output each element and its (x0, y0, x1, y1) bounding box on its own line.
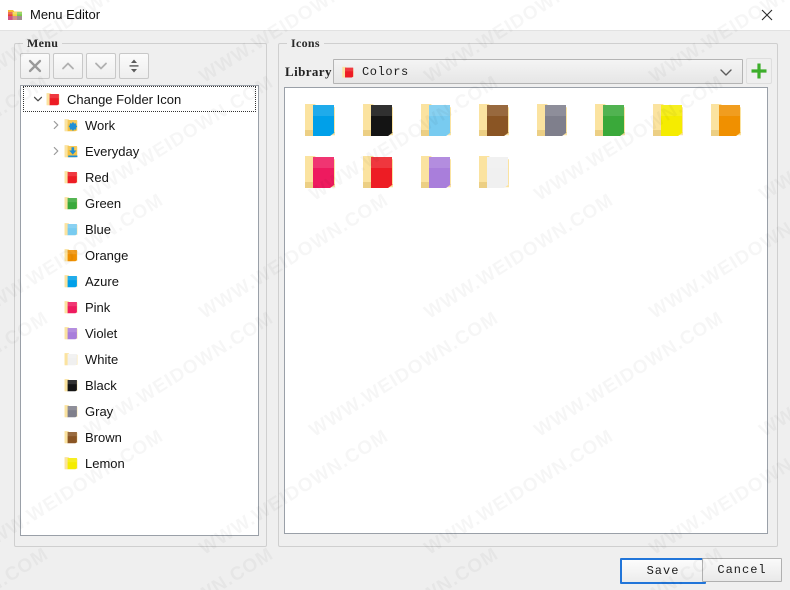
folder-blue-icon (63, 221, 79, 237)
folder-violet-icon (63, 325, 79, 341)
cancel-button-label: Cancel (717, 563, 766, 577)
menu-panel: Menu Change Folder IconWorkEverydayRedGr (14, 43, 267, 547)
watermark-text: WWW.WEIDOWN.COM (0, 544, 53, 590)
icon-black[interactable] (349, 94, 407, 146)
icon-azure[interactable] (291, 94, 349, 146)
icon-green[interactable] (581, 94, 639, 146)
library-select[interactable]: Colors (333, 59, 743, 84)
tree-item-label: Change Folder Icon (67, 92, 181, 107)
save-button[interactable]: Save (620, 558, 706, 584)
tree-item-label: Everyday (85, 144, 139, 159)
watermark-text: WWW.WEIDOWN.COM (306, 544, 503, 590)
icon-gray[interactable] (523, 94, 581, 146)
chevron-right-icon[interactable] (49, 146, 63, 156)
menu-toolbar (20, 53, 149, 79)
chevron-down-icon (719, 66, 733, 80)
move-down-button[interactable] (86, 53, 116, 79)
tree-item-label: Orange (85, 248, 128, 263)
folder-red-icon (63, 169, 79, 185)
icons-panel-legend: Icons (287, 36, 324, 51)
tree-item-label: Work (85, 118, 115, 133)
delete-button[interactable] (20, 53, 50, 79)
chevron-right-icon[interactable] (49, 120, 63, 130)
icon-brown[interactable] (465, 94, 523, 146)
tree-item-label: Brown (85, 430, 122, 445)
app-icon (7, 7, 23, 23)
tree-item-label: Red (85, 170, 109, 185)
tree-item-label: Violet (85, 326, 117, 341)
tree-item-green[interactable]: Green (21, 190, 258, 216)
tree-item-orange[interactable]: Orange (21, 242, 258, 268)
move-up-button[interactable] (53, 53, 83, 79)
tree-item-lemon[interactable]: Lemon (21, 450, 258, 476)
folder-azure-icon (63, 273, 79, 289)
icon-orange[interactable] (697, 94, 755, 146)
library-select-value: Colors (362, 65, 409, 79)
tree-item-label: Green (85, 196, 121, 211)
folder-black-icon (63, 377, 79, 393)
title-bar: Menu Editor (0, 0, 790, 31)
add-library-button[interactable] (746, 58, 772, 84)
folder-red-icon (45, 91, 61, 107)
folder-lemon-icon (63, 455, 79, 471)
library-folder-icon (341, 65, 355, 79)
folder-down-icon (63, 143, 79, 159)
tree-item-label: Pink (85, 300, 110, 315)
folder-pink-icon (63, 299, 79, 315)
tree-item-brown[interactable]: Brown (21, 424, 258, 450)
tree-item-blue[interactable]: Blue (21, 216, 258, 242)
icon-lemon[interactable] (639, 94, 697, 146)
tree-item-violet[interactable]: Violet (21, 320, 258, 346)
tree-item-label: Blue (85, 222, 111, 237)
folder-white-icon (63, 351, 79, 367)
icon-pink[interactable] (291, 146, 349, 198)
cancel-button[interactable]: Cancel (702, 558, 782, 582)
tree-item-red[interactable]: Red (21, 164, 258, 190)
tree-item-work[interactable]: Work (21, 112, 258, 138)
chevron-down-icon[interactable] (31, 94, 45, 104)
sort-button[interactable] (119, 53, 149, 79)
icon-grid[interactable] (284, 87, 768, 534)
folder-gray-icon (63, 403, 79, 419)
folder-orange-icon (63, 247, 79, 263)
icons-panel: Icons Library Colors (278, 43, 778, 547)
tree-item-pink[interactable]: Pink (21, 294, 258, 320)
icon-white[interactable] (465, 146, 523, 198)
library-label: Library (285, 64, 332, 80)
close-button[interactable] (744, 0, 790, 30)
tree-item-label: Gray (85, 404, 113, 419)
tree-item-label: Black (85, 378, 117, 393)
folder-brown-icon (63, 429, 79, 445)
tree-item-label: Azure (85, 274, 119, 289)
icon-violet[interactable] (407, 146, 465, 198)
window-title: Menu Editor (30, 7, 100, 22)
tree-item-label: White (85, 352, 118, 367)
tree-item-change-folder-icon[interactable]: Change Folder Icon (23, 86, 256, 112)
menu-panel-legend: Menu (23, 36, 62, 51)
watermark-text: WWW.WEIDOWN.COM (81, 544, 278, 590)
folder-gear-icon (63, 117, 79, 133)
save-button-label: Save (647, 564, 680, 578)
tree-item-white[interactable]: White (21, 346, 258, 372)
menu-tree[interactable]: Change Folder Icon Work Everyday Red Green Bl… (20, 85, 259, 536)
folder-green-icon (63, 195, 79, 211)
icon-red[interactable] (349, 146, 407, 198)
tree-item-gray[interactable]: Gray (21, 398, 258, 424)
tree-item-label: Lemon (85, 456, 125, 471)
tree-item-black[interactable]: Black (21, 372, 258, 398)
icon-blue[interactable] (407, 94, 465, 146)
tree-item-everyday[interactable]: Everyday (21, 138, 258, 164)
tree-item-azure[interactable]: Azure (21, 268, 258, 294)
